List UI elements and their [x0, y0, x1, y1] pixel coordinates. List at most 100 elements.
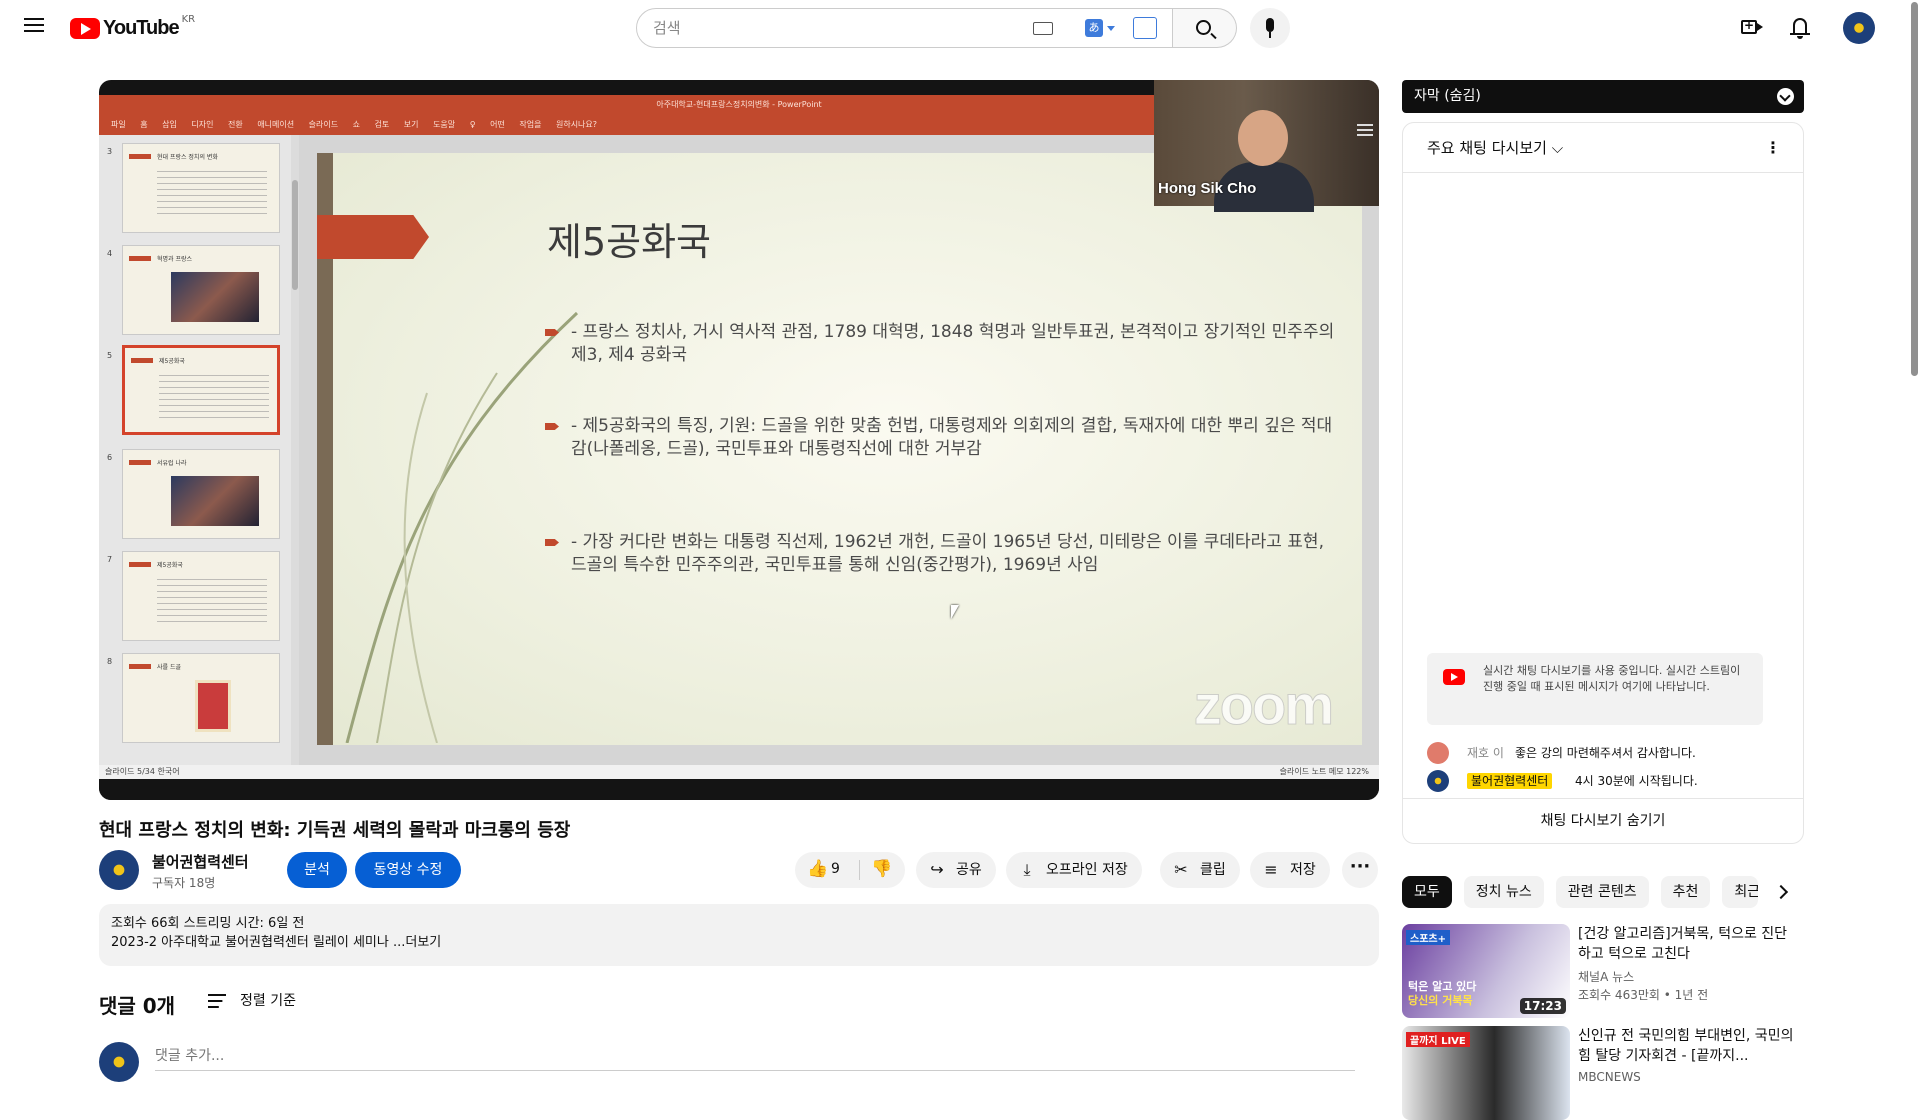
- notifications-bell-icon[interactable]: [1788, 16, 1812, 40]
- thumb-number: 3: [107, 147, 113, 156]
- menu-icon[interactable]: [20, 14, 48, 42]
- chevron-down-icon: [1107, 25, 1115, 31]
- share-button[interactable]: ↪ 공유: [916, 852, 996, 888]
- chat-message: 불어권협력센터 4시 30분에 시작됩니다.: [1427, 769, 1787, 793]
- mouse-cursor-icon: [951, 605, 959, 619]
- recommended-video[interactable]: 스포츠+ 턱은 알고 있다 당신의 거북목 17:23 [건강 알고리즘]거북목,…: [1402, 924, 1804, 1018]
- hide-chat-replay-button[interactable]: 채팅 다시보기 숨기기: [1403, 798, 1803, 844]
- chevron-down-icon[interactable]: [1777, 88, 1794, 105]
- chat-header: 주요 채팅 다시보기 ⌵ ⋮: [1403, 123, 1803, 173]
- video-thumbnail: 끝까지 LIVE: [1402, 1026, 1570, 1120]
- sort-icon: [208, 994, 226, 1008]
- subscriber-count: 구독자 18명: [152, 876, 216, 890]
- account-avatar[interactable]: [1843, 12, 1875, 44]
- thumbnail-caption: 턱은 알고 있다 당신의 거북목: [1408, 980, 1477, 1007]
- description-text: 2023-2 아주대학교 불어권협력센터 릴레이 세미나 ...더보기: [111, 935, 442, 950]
- comments-count: 댓글 0개: [99, 994, 176, 1018]
- page-scrollbar[interactable]: [1909, 0, 1920, 1080]
- chat-replay-panel: 주요 채팅 다시보기 ⌵ ⋮ 실시간 채팅 다시보기를 사용 중입니다. 실시간…: [1402, 122, 1804, 844]
- clip-button[interactable]: ✂ 클립: [1160, 852, 1240, 888]
- download-icon: ⤓: [1023, 860, 1031, 879]
- slide-bullet: - 가장 커다란 변화는 대통령 직선제, 1962년 개헌, 드골이 1965…: [545, 531, 1335, 577]
- ppt-status-bar: 슬라이드 5/34 한국어 슬라이드 노트 메모 122%: [99, 765, 1379, 779]
- channel-name[interactable]: 불어권협력센터: [152, 851, 249, 872]
- thumb-number: 7: [107, 555, 113, 564]
- chip-all[interactable]: 모두: [1402, 876, 1452, 908]
- transliteration-icon: あ: [1085, 19, 1103, 37]
- comment-input[interactable]: [155, 1048, 1355, 1071]
- scissors-icon: ✂: [1174, 860, 1188, 879]
- video-duration: 17:23: [1519, 998, 1566, 1014]
- save-button[interactable]: ≡ 저장: [1250, 852, 1330, 888]
- description-box[interactable]: 조회수 66회 스트리밍 시간: 6일 전 2023-2 아주대학교 불어권협력…: [99, 904, 1379, 966]
- slide-bullet: - 프랑스 정치사, 거시 역사적 관점, 1789 대혁명, 1848 혁명과…: [545, 321, 1335, 367]
- player-progress-bar[interactable]: [99, 784, 1379, 800]
- chat-message: 재호 이 좋은 강의 마련해주셔서 감사합니다.: [1427, 741, 1787, 765]
- thumb-number: 8: [107, 657, 113, 666]
- thumbs-up-icon[interactable]: 👍: [807, 859, 828, 879]
- slide-decoration-lines: [345, 311, 579, 743]
- analytics-button[interactable]: 분석: [287, 852, 347, 888]
- slide-thumbnail: 사를 드골: [122, 653, 280, 743]
- search-input[interactable]: [653, 19, 1033, 37]
- download-button[interactable]: ⤓ 오프라인 저장: [1006, 852, 1142, 888]
- slide-thumbnail: 제5공화국: [122, 551, 280, 641]
- search-icon: [1196, 20, 1211, 35]
- recommended-meta: 조회수 463만회 • 1년 전: [1578, 988, 1709, 1002]
- chevron-right-icon[interactable]: [1770, 880, 1794, 904]
- video-player[interactable]: 아주대학교-현대프랑스정치의변화 - PowerPoint 파일 홈 삽입 디자…: [99, 80, 1379, 800]
- recommended-title: [건강 알고리즘]거북목, 턱으로 진단하고 턱으로 고친다: [1578, 926, 1788, 962]
- sort-comments-button[interactable]: 정렬 기준: [208, 990, 296, 1010]
- chat-more-icon[interactable]: ⋮: [1765, 138, 1781, 157]
- transliteration-button[interactable]: あ: [1085, 17, 1121, 39]
- microphone-icon: [1266, 18, 1274, 32]
- chip-recent[interactable]: 최근: [1722, 876, 1759, 908]
- thumbnail-badge: 스포츠+: [1406, 930, 1450, 945]
- recommendation-chips: 모두 정치 뉴스 관련 콘텐츠 추천 최근: [1402, 876, 1770, 908]
- voice-search-button[interactable]: [1250, 8, 1290, 48]
- chat-text: 좋은 강의 마련해주셔서 감사합니다.: [1515, 746, 1696, 760]
- ppt-workspace: 3 현대 프랑스 정치의 변화 4 혁명과 프랑스 5 제5공화국 6 서유럽 …: [99, 135, 1379, 765]
- logo-region: KR: [181, 13, 196, 25]
- more-actions-button[interactable]: ···: [1342, 852, 1378, 888]
- search-bar: あ: [636, 8, 1237, 48]
- slide-thumbnail-selected: 제5공화국: [122, 345, 280, 435]
- zoom-watermark: zoom: [1193, 673, 1334, 737]
- youtube-icon: [1443, 669, 1465, 685]
- slide-title: 제5공화국: [547, 220, 712, 264]
- slide-thumbnail: 혁명과 프랑스: [122, 245, 280, 335]
- keyboard-icon[interactable]: [1033, 22, 1053, 35]
- like-count: 9: [831, 861, 840, 877]
- channel-avatar[interactable]: [99, 850, 139, 890]
- recommended-title: 신인규 전 국민의힘 부대변인, 국민의힘 탈당 기자회견 - [끝까지...: [1578, 1028, 1794, 1064]
- handwriting-icon[interactable]: [1133, 17, 1157, 39]
- chip-political-news[interactable]: 정치 뉴스: [1463, 876, 1544, 908]
- status-right: 슬라이드 노트 메모 122%: [1279, 767, 1369, 776]
- subtitles-bar[interactable]: 자막 (숨김): [1402, 80, 1804, 113]
- create-video-icon[interactable]: [1740, 16, 1764, 40]
- chip-related[interactable]: 관련 콘텐츠: [1555, 876, 1649, 908]
- chat-mode-selector[interactable]: 주요 채팅 다시보기 ⌵: [1427, 137, 1563, 158]
- recommended-video[interactable]: 끝까지 LIVE 신인규 전 국민의힘 부대변인, 국민의힘 탈당 기자회견 -…: [1402, 1026, 1804, 1120]
- thumbnail-scrollbar: [291, 135, 299, 765]
- user-avatar: [1427, 770, 1449, 792]
- thumb-number: 4: [107, 249, 113, 258]
- like-dislike-group: 👍 9 👎: [795, 852, 905, 888]
- chat-author-owner: 불어권협력센터: [1467, 773, 1553, 789]
- slide-thumbnail: 현대 프랑스 정치의 변화: [122, 143, 280, 233]
- chip-recommended[interactable]: 추천: [1660, 876, 1711, 908]
- edit-video-button[interactable]: 동영상 수정: [355, 852, 461, 888]
- share-icon: ↪: [930, 860, 944, 879]
- slide-title-flag: [317, 215, 429, 259]
- slide-thumbnail: 서유럽 나라: [122, 449, 280, 539]
- chat-replay-notice: 실시간 채팅 다시보기를 사용 중입니다. 실시간 스트림이 진행 중일 때 표…: [1427, 653, 1763, 725]
- thumb-number: 5: [107, 351, 113, 360]
- search-button[interactable]: [1173, 8, 1237, 48]
- slide-thumbnail-pane: 3 현대 프랑스 정치의 변화 4 혁명과 프랑스 5 제5공화국 6 서유럽 …: [99, 135, 299, 765]
- video-thumbnail: 스포츠+ 턱은 알고 있다 당신의 거북목 17:23: [1402, 924, 1570, 1018]
- youtube-logo[interactable]: YouTube KR: [70, 13, 195, 43]
- recommended-channel: 채널A 뉴스: [1578, 970, 1635, 984]
- logo-text: YouTube: [103, 16, 180, 39]
- tile-menu-icon: [1357, 124, 1373, 138]
- thumbs-down-icon[interactable]: 👎: [871, 859, 892, 879]
